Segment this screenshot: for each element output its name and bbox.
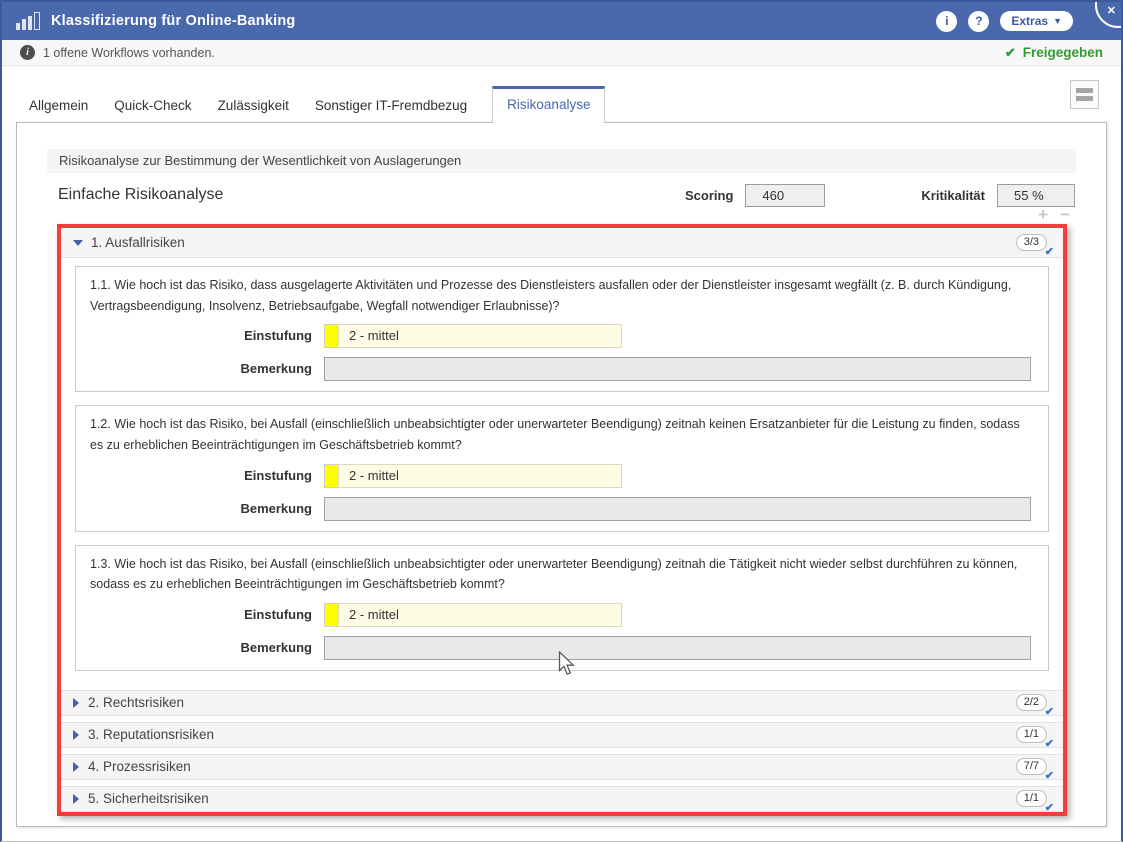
collapse-all-icon[interactable]: −: [1060, 208, 1070, 224]
kritikalitaet-input[interactable]: [997, 184, 1075, 207]
tab-zulaessigkeit[interactable]: Zulässigkeit: [205, 89, 302, 122]
close-icon[interactable]: ✕: [1107, 4, 1116, 17]
list-menu-icon[interactable]: [1070, 80, 1099, 109]
scoring-label: Scoring: [685, 188, 733, 203]
group-header-reputationsrisiken[interactable]: 3. Reputationsrisiken 1/1 ✔: [61, 722, 1063, 748]
einstufung-label: Einstufung: [90, 603, 324, 627]
bemerkung-label: Bemerkung: [90, 636, 324, 660]
progress-badge: 3/3 ✔: [1016, 234, 1047, 251]
progress-badge-count: 2/2: [1024, 696, 1039, 708]
bemerkung-row: Bemerkung: [90, 497, 1034, 521]
einstufung-select[interactable]: 2 - mittel: [324, 324, 622, 348]
group-title: 4. Prozessrisiken: [88, 759, 191, 774]
progress-badge: 2/2 ✔: [1016, 694, 1047, 711]
progress-badge-count: 1/1: [1024, 792, 1039, 804]
einstufung-label: Einstufung: [90, 464, 324, 488]
group-header-prozessrisiken[interactable]: 4. Prozessrisiken 7/7 ✔: [61, 754, 1063, 780]
risikoanalyse-panel: Risikoanalyse zur Bestimmung der Wesentl…: [16, 122, 1107, 827]
question-card-1-3: 1.3. Wie hoch ist das Risiko, bei Ausfal…: [75, 545, 1049, 671]
release-status: ✔ Freigegeben: [1005, 45, 1103, 61]
help-icon[interactable]: ?: [968, 11, 989, 32]
triangle-right-icon: [73, 730, 79, 740]
app-window: Klassifizierung für Online-Banking i ? E…: [0, 0, 1123, 842]
section-header: Risikoanalyse zur Bestimmung der Wesentl…: [47, 149, 1076, 173]
group-header-ausfallrisiken[interactable]: 1. Ausfallrisiken 3/3 ✔: [61, 228, 1063, 258]
close-corner: ✕: [1093, 0, 1123, 30]
rating-color-swatch: [324, 464, 338, 488]
bemerkung-label: Bemerkung: [90, 357, 324, 381]
group-title: 2. Rechtsrisiken: [88, 695, 184, 710]
question-text: 1.2. Wie hoch ist das Risiko, bei Ausfal…: [90, 414, 1034, 455]
workflow-notice-text: 1 offene Workflows vorhanden.: [43, 46, 215, 60]
rating-color-swatch: [324, 603, 338, 627]
bemerkung-row: Bemerkung: [90, 357, 1034, 381]
einstufung-value: 2 - mittel: [338, 603, 622, 627]
progress-badge: 7/7 ✔: [1016, 758, 1047, 775]
extras-button[interactable]: Extras ▼: [1000, 11, 1073, 31]
tab-allgemein[interactable]: Allgemein: [16, 89, 101, 122]
question-text: 1.3. Wie hoch ist das Risiko, bei Ausfal…: [90, 554, 1034, 595]
rating-color-swatch: [324, 324, 338, 348]
badge-check-icon: ✔: [1045, 737, 1054, 750]
workflow-notice-bar: i 1 offene Workflows vorhanden. ✔ Freige…: [2, 40, 1121, 66]
bar-chart-icon: [16, 12, 40, 30]
bemerkung-input[interactable]: [324, 636, 1031, 660]
group-header-sicherheitsrisiken[interactable]: 5. Sicherheitsrisiken 1/1 ✔: [61, 786, 1063, 812]
kritikalitaet-label: Kritikalität: [921, 188, 985, 203]
question-card-1-2: 1.2. Wie hoch ist das Risiko, bei Ausfal…: [75, 405, 1049, 531]
einstufung-label: Einstufung: [90, 324, 324, 348]
progress-badge-count: 1/1: [1024, 728, 1039, 740]
einstufung-select[interactable]: 2 - mittel: [324, 603, 622, 627]
progress-badge-count: 7/7: [1024, 760, 1039, 772]
triangle-down-icon: [73, 240, 83, 246]
progress-badge: 1/1 ✔: [1016, 726, 1047, 743]
extras-label: Extras: [1011, 14, 1048, 28]
info-icon[interactable]: i: [936, 11, 957, 32]
tab-bar: Allgemein Quick-Check Zulässigkeit Sonst…: [2, 66, 1121, 122]
tab-risikoanalyse[interactable]: Risikoanalyse: [492, 86, 605, 123]
scoring-input[interactable]: [745, 184, 825, 207]
badge-check-icon: ✔: [1045, 245, 1054, 258]
triangle-right-icon: [73, 762, 79, 772]
title-bar: Klassifizierung für Online-Banking i ? E…: [2, 2, 1121, 40]
question-text: 1.1. Wie hoch ist das Risiko, dass ausge…: [90, 275, 1034, 316]
progress-badge: 1/1 ✔: [1016, 790, 1047, 807]
einstufung-row: Einstufung 2 - mittel: [90, 464, 1034, 488]
einstufung-row: Einstufung 2 - mittel: [90, 324, 1034, 348]
einstufung-value: 2 - mittel: [338, 464, 622, 488]
einstufung-value: 2 - mittel: [338, 324, 622, 348]
badge-check-icon: ✔: [1045, 769, 1054, 782]
chevron-down-icon: ▼: [1053, 17, 1062, 26]
expand-collapse-controls: + −: [47, 208, 1076, 224]
einstufung-select[interactable]: 2 - mittel: [324, 464, 622, 488]
analysis-subtitle: Einfache Risikoanalyse: [47, 186, 223, 204]
analysis-header-row: Einfache Risikoanalyse Scoring Kritikali…: [47, 182, 1076, 208]
bemerkung-label: Bemerkung: [90, 497, 324, 521]
risk-groups-highlight-region: 1. Ausfallrisiken 3/3 ✔ 1.1. Wie hoch is…: [57, 224, 1067, 816]
collapsed-groups: 2. Rechtsrisiken 2/2 ✔ 3. Reputationsris…: [61, 690, 1063, 812]
group-title: 1. Ausfallrisiken: [91, 235, 185, 250]
badge-check-icon: ✔: [1045, 801, 1054, 814]
check-icon: ✔: [1005, 45, 1016, 61]
workflow-info-icon: i: [20, 45, 35, 60]
window-title: Klassifizierung für Online-Banking: [51, 13, 295, 29]
expand-all-icon[interactable]: +: [1038, 208, 1048, 224]
question-card-1-1: 1.1. Wie hoch ist das Risiko, dass ausge…: [75, 266, 1049, 392]
progress-badge-count: 3/3: [1024, 236, 1039, 248]
bemerkung-input[interactable]: [324, 357, 1031, 381]
group-header-rechtsrisiken[interactable]: 2. Rechtsrisiken 2/2 ✔: [61, 690, 1063, 716]
group-title: 3. Reputationsrisiken: [88, 727, 214, 742]
einstufung-row: Einstufung 2 - mittel: [90, 603, 1034, 627]
release-status-label: Freigegeben: [1023, 45, 1103, 60]
triangle-right-icon: [73, 794, 79, 804]
triangle-right-icon: [73, 698, 79, 708]
badge-check-icon: ✔: [1045, 705, 1054, 718]
group-title: 5. Sicherheitsrisiken: [88, 791, 209, 806]
bemerkung-row: Bemerkung: [90, 636, 1034, 660]
bemerkung-input[interactable]: [324, 497, 1031, 521]
group-body-ausfallrisiken: 1.1. Wie hoch ist das Risiko, dass ausge…: [61, 258, 1063, 687]
tab-quick-check[interactable]: Quick-Check: [101, 89, 204, 122]
tab-sonstiger-it-fremdbezug[interactable]: Sonstiger IT-Fremdbezug: [302, 89, 480, 122]
